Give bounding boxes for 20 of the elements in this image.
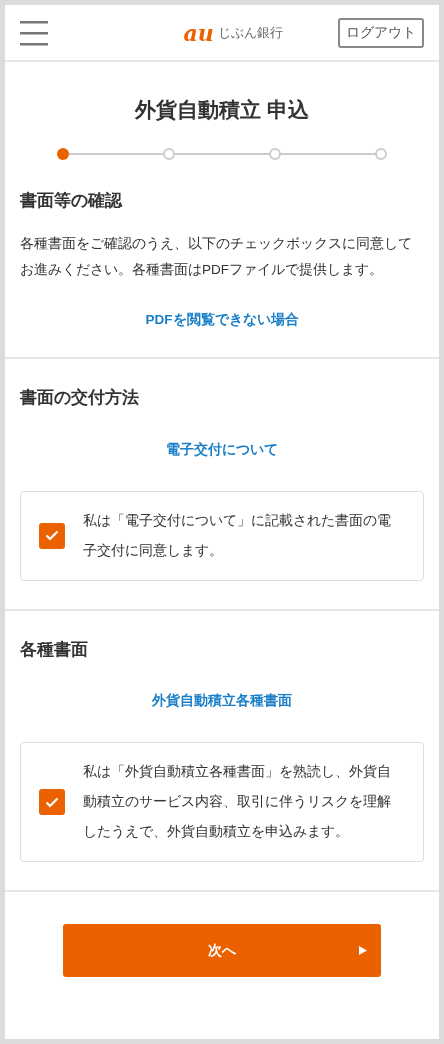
logo-mark: au — [183, 21, 214, 44]
check-icon — [45, 796, 59, 808]
agreement-text: 私は「電子交付について」に記載された書面の電子交付に同意します。 — [83, 511, 392, 560]
section-heading: 各種書面 — [20, 638, 89, 661]
check-icon — [45, 530, 59, 541]
document-link[interactable]: 外貨自動積立各種書面 — [152, 693, 292, 708]
description-text: 各種書面をご確認のうえ、以下のチェックボックスに同意してお進みください。各種書面はPDFファイルで提供します。 — [20, 235, 413, 279]
agreement-text: 私は「外貨自動積立各種書面」を熟読し、外貨自動積立のサービス内容、取引に伴うリスクを理解したうえで、外貨自動積立を申込みます。 — [83, 763, 392, 841]
checkbox[interactable] — [39, 522, 65, 549]
logout-button[interactable]: ログアウト — [338, 17, 424, 48]
section-heading: 書面等の確認 — [20, 189, 124, 212]
page-title: 外貨自動積立 申込 — [133, 97, 310, 123]
menu-icon[interactable] — [20, 19, 48, 46]
play-icon — [359, 946, 367, 955]
document-link[interactable]: PDFを閲覧できない場合 — [145, 312, 299, 327]
logo-text: じぶん銀行 — [217, 26, 283, 39]
checkbox[interactable] — [39, 789, 65, 815]
section-heading: 書面の交付方法 — [20, 387, 140, 409]
next-button[interactable]: 次へ — [63, 924, 381, 977]
document-link[interactable]: 電子交付について — [166, 441, 278, 457]
